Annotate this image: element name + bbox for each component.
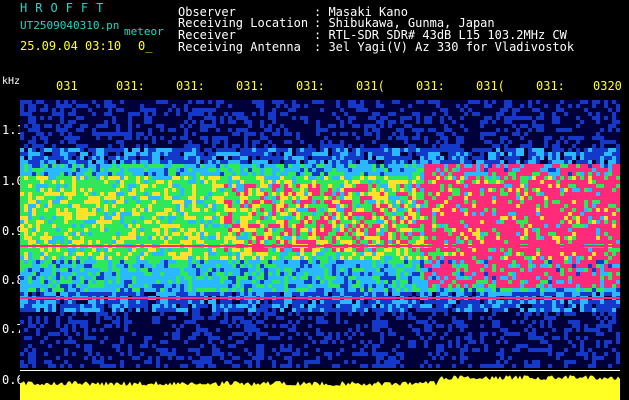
antenna-label: Receiving Antenna [178, 40, 301, 54]
capture-datetime: 25.09.04 03:10 [20, 39, 122, 53]
time-tick-label: 031: [236, 79, 265, 93]
app-title: HROFFT [20, 1, 112, 15]
amplitude-strip [20, 370, 620, 400]
time-tick-label: 031: [296, 79, 325, 93]
time-tick-label: 031: [176, 79, 205, 93]
antenna-value: : 3el Yagi(V) Az 330 for Vladivostok [314, 40, 575, 54]
spectrogram-canvas [20, 100, 620, 368]
time-tick-label: 031: [536, 79, 565, 93]
time-tick-label: 031( [356, 79, 385, 93]
hrofft-screen: HROFFT UT2509040310.pn meteor 25.09.04 0… [0, 0, 629, 400]
time-tick-label: 031( [476, 79, 505, 93]
amplitude-canvas [20, 375, 620, 400]
meteor-label: meteor [124, 25, 164, 38]
time-tick-label: 0320 [593, 79, 622, 93]
frequency-unit-label: kHz [2, 76, 21, 87]
time-tick-label: 031 [56, 79, 78, 93]
time-tick-label: 031: [416, 79, 445, 93]
spectrogram-waterfall [20, 100, 620, 368]
time-tick-label: 031: [116, 79, 145, 93]
file-name: UT2509040310.pn [20, 19, 120, 32]
capture-datetime-tail: 0_ [138, 39, 153, 53]
